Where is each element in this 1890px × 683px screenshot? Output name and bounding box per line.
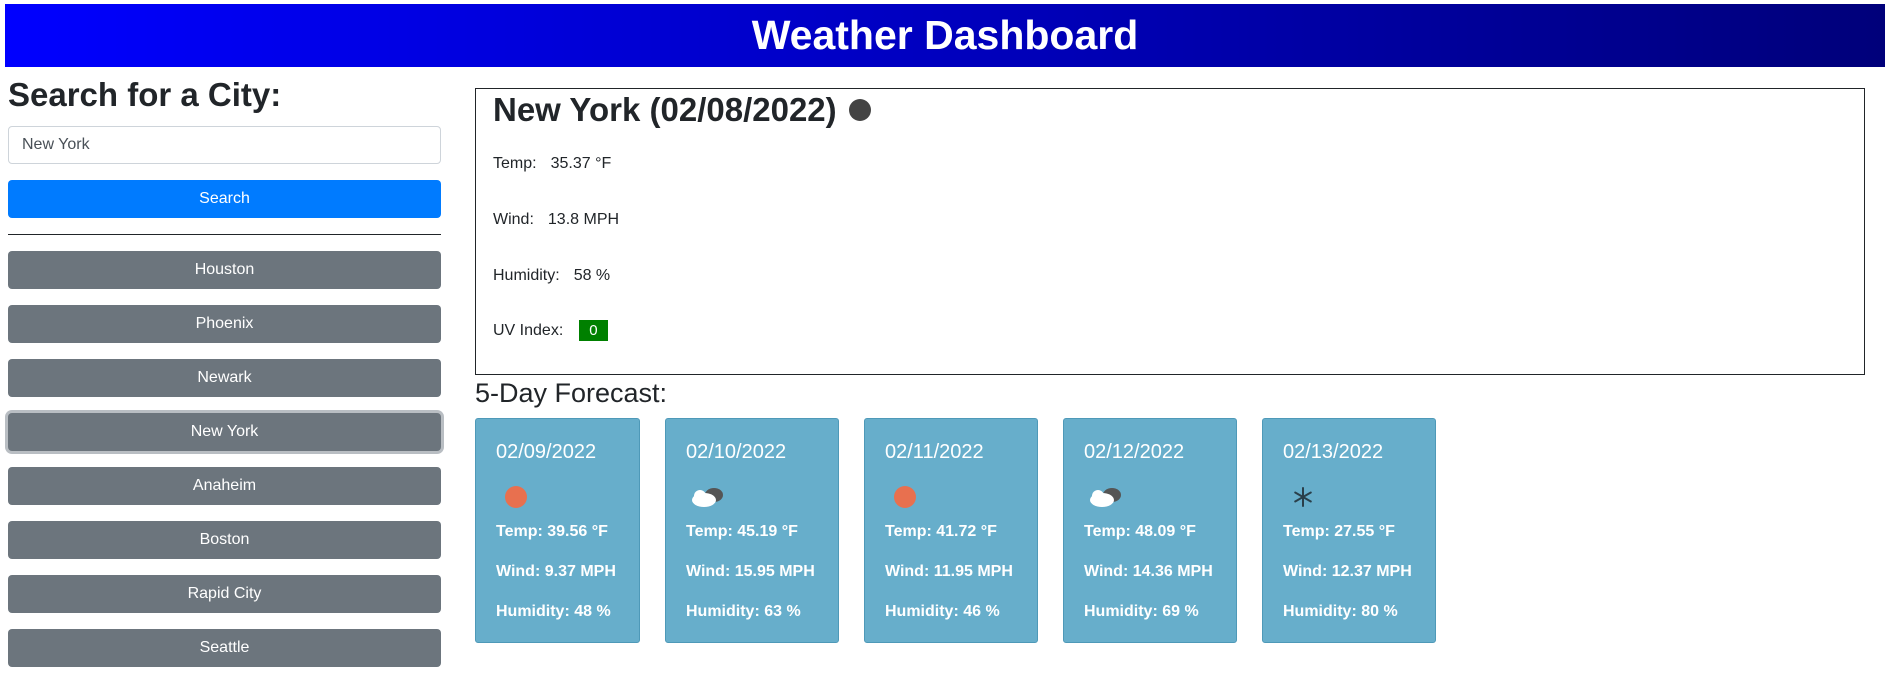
uv-index-badge: 0 [579, 320, 608, 341]
cloud-icon [692, 488, 723, 507]
temp-value: 35.37 °F [550, 155, 612, 172]
current-humidity: Humidity: 58 % [493, 267, 610, 285]
forecast-humidity: Humidity: 63 % [686, 603, 801, 620]
forecast-wind: Wind: 9.37 MPH [496, 563, 616, 580]
forecast-humidity: Humidity: 46 % [885, 603, 1000, 620]
sidebar-divider [8, 234, 441, 235]
page-title: Weather Dashboard [751, 12, 1139, 58]
city-button-seattle[interactable]: Seattle [8, 629, 441, 667]
current-weather-heading: New York (02/08/2022) [493, 91, 871, 129]
forecast-temp: Temp: 41.72 °F [885, 523, 997, 540]
forecast-wind: Wind: 11.95 MPH [885, 563, 1013, 580]
city-button-newark[interactable]: Newark [8, 359, 441, 397]
city-button-rapid-city[interactable]: Rapid City [8, 575, 441, 613]
city-button-phoenix[interactable]: Phoenix [8, 305, 441, 343]
forecast-date: 02/11/2022 [885, 441, 984, 463]
humidity-label: Humidity: [493, 267, 560, 284]
current-weather-panel: New York (02/08/2022) Temp: 35.37 °F Win… [475, 88, 1865, 375]
forecast-humidity: Humidity: 48 % [496, 603, 611, 620]
forecast-humidity: Humidity: 69 % [1084, 603, 1199, 620]
city-button-new-york[interactable]: New York [8, 413, 441, 451]
temp-label: Temp: [493, 155, 537, 172]
page-header: Weather Dashboard [5, 4, 1885, 67]
sun-icon [894, 486, 916, 508]
forecast-card: 02/13/2022 Temp: 27.55 °F Wind: 12.37 MP… [1262, 418, 1436, 643]
wind-label: Wind: [493, 211, 534, 228]
wind-value: 13.8 MPH [547, 211, 620, 228]
city-button-anaheim[interactable]: Anaheim [8, 467, 441, 505]
forecast-temp: Temp: 48.09 °F [1084, 523, 1196, 540]
current-wind: Wind: 13.8 MPH [493, 211, 619, 229]
forecast-wind: Wind: 15.95 MPH [686, 563, 815, 580]
humidity-value: 58 % [573, 267, 611, 284]
current-city-date: New York (02/08/2022) [493, 91, 837, 128]
sun-icon [505, 486, 527, 508]
forecast-humidity: Humidity: 80 % [1283, 603, 1398, 620]
snowflake-icon [1294, 487, 1312, 507]
dark-circle-icon [848, 99, 871, 121]
forecast-date: 02/10/2022 [686, 441, 787, 463]
forecast-wind: Wind: 14.36 MPH [1084, 563, 1213, 580]
forecast-temp: Temp: 27.55 °F [1283, 523, 1395, 540]
forecast-temp: Temp: 45.19 °F [686, 523, 798, 540]
city-button-boston[interactable]: Boston [8, 521, 441, 559]
forecast-date: 02/13/2022 [1283, 441, 1384, 463]
forecast-wind: Wind: 12.37 MPH [1283, 563, 1412, 580]
forecast-title: 5-Day Forecast: [475, 378, 668, 408]
current-uv-index: UV Index: 0 [493, 320, 608, 341]
search-history-list: Houston Phoenix Newark New York Anaheim … [8, 251, 441, 683]
forecast-card: 02/11/2022 Temp: 41.72 °F Wind: 11.95 MP… [864, 418, 1038, 643]
city-button-houston[interactable]: Houston [8, 251, 441, 289]
forecast-card: 02/10/2022 Temp: 45.19 °F Wind: 15.95 MP… [665, 418, 839, 643]
search-title: Search for a City: [8, 76, 282, 113]
uv-label: UV Index: [493, 321, 564, 339]
search-button[interactable]: Search [8, 180, 441, 218]
forecast-card: 02/12/2022 Temp: 48.09 °F Wind: 14.36 MP… [1063, 418, 1237, 643]
forecast-card: 02/09/2022 Temp: 39.56 °F Wind: 9.37 MPH… [475, 418, 640, 643]
forecast-date: 02/12/2022 [1084, 441, 1185, 463]
current-temp: Temp: 35.37 °F [493, 155, 611, 173]
forecast-temp: Temp: 39.56 °F [496, 523, 608, 540]
cloud-icon [1090, 488, 1121, 507]
forecast-date: 02/09/2022 [496, 441, 597, 463]
city-search-input[interactable] [8, 126, 441, 164]
